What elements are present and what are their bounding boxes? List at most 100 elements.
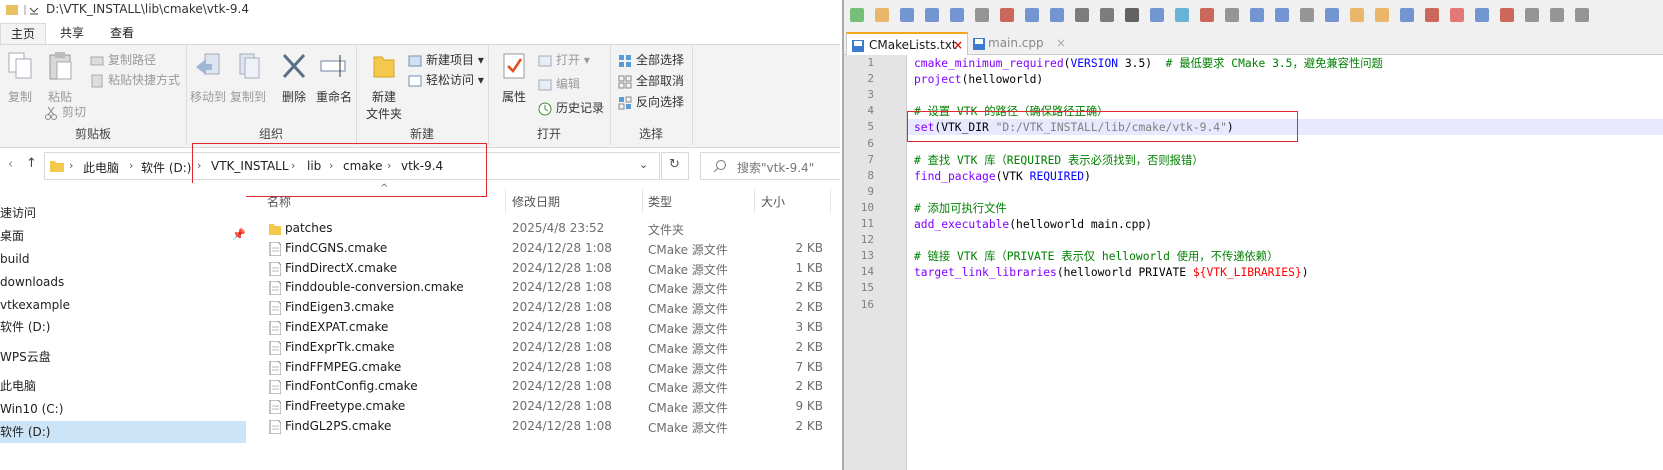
code-line[interactable]: project(helloworld) [914, 72, 1043, 88]
nav-item-vtkexample[interactable]: vtkexample [0, 294, 70, 316]
paste-button[interactable]: 粘贴 [40, 51, 80, 105]
toolbar-button-icon[interactable] [1400, 8, 1414, 22]
toolbar-button-icon[interactable] [1200, 8, 1214, 22]
tab-main-cpp[interactable]: main.cpp × [968, 32, 1072, 54]
nav-item-downloads[interactable]: downloads [0, 271, 64, 293]
history-button[interactable]: 历史记录 [538, 99, 604, 117]
toolbar-button-icon[interactable] [1550, 8, 1564, 22]
toolbar-button-icon[interactable] [1325, 8, 1339, 22]
delete-button[interactable]: 删除 [274, 51, 314, 105]
toolbar-button-icon[interactable] [1375, 8, 1389, 22]
toolbar-button-icon[interactable] [1300, 8, 1314, 22]
column-divider[interactable] [754, 189, 755, 213]
toolbar-button-icon[interactable] [1350, 8, 1364, 22]
refresh-button[interactable]: ↻ [661, 152, 689, 180]
file-row[interactable]: FindFreetype.cmake 2024/12/28 1:08 CMake 源… [247, 397, 840, 417]
toolbar-button-icon[interactable] [950, 8, 964, 22]
toolbar-button-icon[interactable] [1500, 8, 1514, 22]
open-button[interactable]: 打开 ▾ [538, 51, 590, 69]
breadcrumb-this-pc[interactable]: 此电脑 [83, 159, 119, 176]
file-row[interactable]: FindFontConfig.cmake 2024/12/28 1:08 CMake… [247, 377, 840, 397]
back-arrow-icon[interactable]: ‹ [8, 157, 13, 172]
toolbar-button-icon[interactable] [1100, 8, 1114, 22]
copy-button[interactable]: 复制 [0, 51, 40, 105]
tab-share[interactable]: 共享 [50, 23, 94, 43]
invert-selection-button[interactable]: 反向选择 [618, 93, 684, 111]
column-header-size[interactable]: 大小 [761, 193, 785, 210]
nav-item-drive-d[interactable]: 软件 (D:) [0, 316, 50, 338]
code-line[interactable]: # 添加可执行文件 [914, 201, 1007, 217]
new-item-button[interactable]: 新建项目 ▾ [408, 51, 484, 69]
code-line[interactable]: target_link_libraries(helloworld PRIVATE… [914, 265, 1309, 281]
nav-item-build[interactable]: build [0, 248, 30, 270]
nav-item-quick-access[interactable]: 速访问 [0, 202, 36, 224]
chevron-down-icon[interactable]: ⌄ [639, 158, 648, 171]
code-line[interactable]: add_executable(helloworld main.cpp) [914, 217, 1152, 233]
cut-button[interactable]: 剪切 [44, 103, 86, 121]
column-header-name[interactable]: 名称 [267, 193, 291, 210]
new-folder-button[interactable]: 新建 文件夹 [364, 51, 404, 122]
paste-shortcut-button[interactable]: 粘贴快捷方式 [90, 71, 180, 89]
toolbar-button-icon[interactable] [1175, 8, 1189, 22]
file-row[interactable]: patches 2025/4/8 23:52 文件夹 [247, 219, 840, 239]
toolbar-button-icon[interactable] [1125, 8, 1139, 22]
column-header-type[interactable]: 类型 [648, 193, 672, 210]
tab-home[interactable]: 主页 [0, 23, 47, 44]
code-line[interactable]: # 查找 VTK 库（REQUIRED 表示必须找到，否则报错） [914, 153, 1204, 169]
tab-cmakelists[interactable]: CMakeLists.txt × [846, 32, 968, 56]
quick-access-toolbar-icon[interactable] [6, 3, 40, 17]
nav-item-this-pc[interactable]: 此电脑 [0, 375, 36, 397]
code-line[interactable]: # 链接 VTK 库（PRIVATE 表示仅 helloworld 使用，不传递… [914, 249, 1278, 265]
file-row[interactable]: FindCGNS.cmake 2024/12/28 1:08 CMake 源文件 2 … [247, 239, 840, 259]
nav-item-drive-d-selected[interactable]: 软件 (D:) [0, 421, 246, 443]
toolbar-button-icon[interactable] [1025, 8, 1039, 22]
easy-access-button[interactable]: 轻松访问 ▾ [408, 71, 484, 89]
toolbar-button-icon[interactable] [1575, 8, 1589, 22]
toolbar-button-icon[interactable] [1475, 8, 1489, 22]
toolbar-button-icon[interactable] [1425, 8, 1439, 22]
toolbar-button-icon[interactable] [1000, 8, 1014, 22]
file-row[interactable]: FindEXPAT.cmake 2024/12/28 1:08 CMake 源文件 3… [247, 318, 840, 338]
file-row[interactable]: FindDirectX.cmake 2024/12/28 1:08 CMake 源文… [247, 259, 840, 279]
toolbar-button-icon[interactable] [1275, 8, 1289, 22]
file-row[interactable]: FindEigen3.cmake 2024/12/28 1:08 CMake 源文件… [247, 298, 840, 318]
toolbar-button-icon[interactable] [1225, 8, 1239, 22]
toolbar-button-icon[interactable] [1525, 8, 1539, 22]
nav-item-desktop[interactable]: 桌面 [0, 225, 24, 247]
select-all-button[interactable]: 全部选择 [618, 51, 684, 69]
toolbar-button-icon[interactable] [875, 8, 889, 22]
column-divider[interactable] [505, 189, 506, 213]
move-to-button[interactable]: 移动到 [188, 51, 228, 105]
toolbar-button-icon[interactable] [975, 8, 989, 22]
toolbar-button-icon[interactable] [850, 8, 864, 22]
file-row[interactable]: FindExprTk.cmake 2024/12/28 1:08 CMake 源文件… [247, 338, 840, 358]
toolbar-button-icon[interactable] [925, 8, 939, 22]
nav-item-wps-cloud[interactable]: WPS云盘 [0, 346, 51, 368]
toolbar-button-icon[interactable] [1075, 8, 1089, 22]
close-tab-icon[interactable]: × [1056, 32, 1066, 54]
properties-button[interactable]: 属性 [494, 51, 534, 105]
toolbar-button-icon[interactable] [900, 8, 914, 22]
toolbar-button-icon[interactable] [1450, 8, 1464, 22]
search-input[interactable]: 搜索"vtk-9.4" [700, 152, 840, 180]
toolbar-button-icon[interactable] [1250, 8, 1264, 22]
nav-item-drive-c[interactable]: Win10 (C:) [0, 398, 63, 420]
breadcrumb-drive-d[interactable]: 软件 (D:) [141, 159, 191, 176]
tab-view[interactable]: 查看 [100, 23, 144, 43]
code-editor[interactable]: cmake_minimum_required(VERSION 3.5) # 最低… [907, 55, 1663, 470]
column-divider[interactable] [830, 189, 831, 213]
toolbar-button-icon[interactable] [1050, 8, 1064, 22]
copy-path-button[interactable]: 复制路径 [90, 51, 156, 69]
column-divider[interactable] [642, 189, 643, 213]
close-tab-icon[interactable]: × [953, 34, 963, 56]
edit-button[interactable]: 编辑 [538, 75, 580, 93]
up-arrow-icon[interactable]: ↑ [26, 156, 37, 171]
file-row[interactable]: Finddouble-conversion.cmake 2024/12/28 1:… [247, 278, 840, 298]
pin-icon[interactable]: 📌 [232, 228, 246, 241]
code-line[interactable]: cmake_minimum_required(VERSION 3.5) # 最低… [914, 56, 1383, 72]
file-row[interactable]: FindFFMPEG.cmake 2024/12/28 1:08 CMake 源文件… [247, 358, 840, 378]
select-none-button[interactable]: 全部取消 [618, 72, 684, 90]
code-line[interactable]: find_package(VTK REQUIRED) [914, 169, 1091, 185]
column-header-date[interactable]: 修改日期 [512, 193, 560, 210]
file-row[interactable]: FindGL2PS.cmake 2024/12/28 1:08 CMake 源文件 2… [247, 417, 840, 437]
